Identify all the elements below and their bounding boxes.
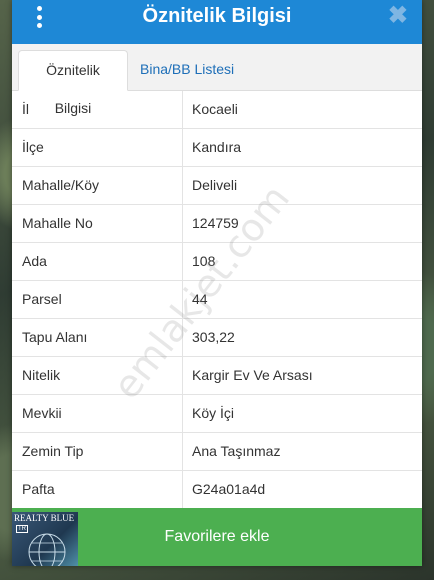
table-row: Mevkii Köy İçi [12,395,422,433]
table-row: Zemin Tip Ana Taşınmaz [12,433,422,471]
attribute-value: 108 [192,253,216,269]
attribute-label: İl [12,91,183,128]
table-row: Ada 108 [12,243,422,281]
attribute-value: Kocaeli [192,101,238,117]
attribute-label: Parsel [12,281,183,318]
tab-bar: Öznitelik Bilgisi Bina/BB Listesi [12,44,422,116]
table-row: İlçe Kandıra [12,129,422,167]
table-row: Nitelik Kargir Ev Ve Arsası [12,357,422,395]
table-row: Mahalle/Köy Deliveli [12,167,422,205]
table-row: Parsel 44 [12,281,422,319]
table-row: Tapu Alanı 303,22 [12,319,422,357]
attribute-value: Kandıra [192,139,242,155]
attribute-value: G24a01a4d [192,481,266,497]
attribute-label: Zemin Tip [12,433,183,470]
globe-icon [28,533,66,566]
logo-text: REALTY BLUE [14,513,75,523]
realty-logo: REALTY BLUE TR [12,512,78,566]
attribute-label: İlçe [12,129,183,166]
attribute-value: 44 [192,291,208,307]
tab-building-list[interactable]: Bina/BB Listesi [132,50,242,91]
attribute-label: Mahalle/Köy [12,167,183,204]
table-row: İl Kocaeli [12,91,422,129]
attribute-info-modal: Öznitelik Bilgisi ✖ Öznitelik Bilgisi Bi… [12,0,422,566]
modal-title: Öznitelik Bilgisi [142,5,292,27]
table-row: Pafta G24a01a4d [12,471,422,509]
attribute-label: Pafta [12,471,183,508]
attribute-table: İl Kocaeli İlçe Kandıra Mahalle/Köy Deli… [12,91,422,509]
attribute-value: 303,22 [192,329,235,345]
attribute-value: Kargir Ev Ve Arsası [192,367,313,383]
tab-attribute-info[interactable]: Öznitelik Bilgisi [18,50,128,116]
table-row: Mahalle No 124759 [12,205,422,243]
modal-header: Öznitelik Bilgisi ✖ [12,0,422,44]
attribute-label: Mahalle No [12,205,183,242]
attribute-label: Nitelik [12,357,183,394]
attribute-label: Tapu Alanı [12,319,183,356]
close-icon[interactable]: ✖ [388,3,408,29]
attribute-label: Mevkii [12,395,183,432]
attribute-value: Deliveli [192,177,238,193]
attribute-value: Köy İçi [192,405,235,421]
attribute-value: Ana Taşınmaz [192,443,281,459]
attribute-value: 124759 [192,215,239,231]
attribute-label: Ada [12,243,183,280]
